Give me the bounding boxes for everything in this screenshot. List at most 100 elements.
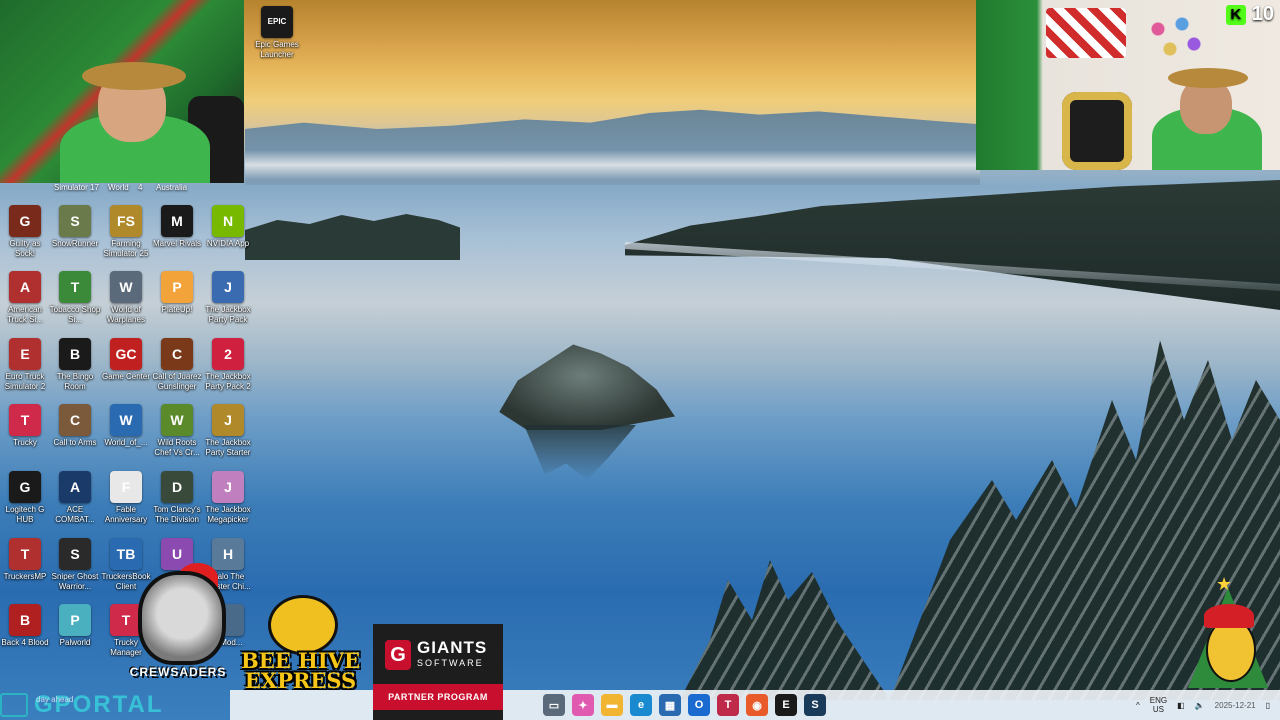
outlook-icon[interactable]: O	[688, 694, 710, 716]
app-icon: B	[9, 604, 41, 636]
webcam-overlay-left	[0, 0, 244, 183]
desktop-icon[interactable]: N NVIDIA App	[203, 205, 253, 249]
desktop-icon[interactable]: W Wild Roots Chef Vs Cr...	[152, 404, 202, 458]
steam-icon[interactable]: S	[804, 694, 826, 716]
volume-icon[interactable]: 🔈	[1195, 701, 1205, 710]
desktop-icon[interactable]: S Sniper Ghost Warrior...	[50, 538, 100, 592]
clock[interactable]: 2025-12-21	[1215, 701, 1256, 710]
wall-flags	[1046, 8, 1126, 58]
partial-label: 4	[138, 183, 143, 192]
app-icon: E	[9, 338, 41, 370]
desktop-icon[interactable]: G Logitech G HUB	[0, 471, 50, 525]
app-icon: A	[9, 271, 41, 303]
partial-label: World	[108, 183, 129, 192]
desktop-icon[interactable]: J The Jackbox Party Starter	[203, 404, 253, 458]
desktop-icon[interactable]: M Marvel Rivals	[152, 205, 202, 249]
store-icon[interactable]: ▦	[659, 694, 681, 716]
desktop-icon[interactable]: A American Truck Si...	[0, 271, 50, 325]
desktop-icon-label: NVIDIA App	[206, 239, 250, 248]
desktop-icon[interactable]: C Call of Juarez Gunslinger	[152, 338, 202, 392]
task-view-icon[interactable]: ▭	[543, 694, 565, 716]
giants-mark-icon: G	[385, 640, 411, 670]
desktop-icon[interactable]: B Back 4 Blood	[0, 604, 50, 648]
knight-helmet-icon	[138, 571, 226, 665]
desktop-icon-epic-games[interactable]: EPIC Epic Games Launcher	[252, 6, 302, 60]
epic-games-icon: EPIC	[261, 6, 293, 38]
desktop-icon[interactable]: T Tobacco Shop Si...	[50, 271, 100, 325]
desktop-icon[interactable]: C Call to Arms	[50, 404, 100, 448]
giants-name: GIANTS	[417, 638, 488, 657]
viewer-count: 10	[1251, 3, 1274, 25]
desktop-icon[interactable]: 2 The Jackbox Party Pack 2	[203, 338, 253, 392]
app-icon: T	[59, 271, 91, 303]
desktop-icon-label: Back 4 Blood	[1, 638, 49, 647]
wallpaper-mist	[245, 150, 980, 180]
taskbar-app-list: ▭ ✦ ▬ e ▦ O T ◉ E S	[543, 694, 826, 716]
partial-label: Simulator 17	[54, 183, 99, 192]
desktop-icon-label: Call to Arms	[53, 438, 97, 447]
desktop-icon[interactable]: G Guilty as Sock!	[0, 205, 50, 259]
desktop-icon[interactable]: P Palworld	[50, 604, 100, 648]
gportal-icon	[0, 693, 28, 717]
desktop-icon[interactable]: P PlateUp!	[152, 271, 202, 315]
app-icon: D	[161, 471, 193, 503]
viewer-count-badge: K 10	[1225, 3, 1274, 26]
desktop-icon-label: Epic Games Launcher	[255, 40, 299, 59]
desktop-icon[interactable]: W World_of_...	[101, 404, 151, 448]
desktop-icon[interactable]: S SnowRunner	[50, 205, 100, 249]
desktop-icon-label: SnowRunner	[51, 239, 99, 248]
app-icon: J	[212, 404, 244, 436]
wallpaper-island-reflection	[524, 425, 636, 480]
edge-icon[interactable]: e	[630, 694, 652, 716]
desktop-icon[interactable]: W World of Warplanes	[101, 271, 151, 325]
desktop-icon[interactable]: E Euro Truck Simulator 2	[0, 338, 50, 392]
app-icon: FS	[110, 205, 142, 237]
app-icon: M	[161, 205, 193, 237]
desktop-icon[interactable]: T Trucky	[0, 404, 50, 448]
desktop-icon[interactable]: B The Bingo Room	[50, 338, 100, 392]
gportal-logo: GPORTAL	[0, 690, 164, 720]
giants-sub: SOFTWARE	[417, 658, 484, 668]
star-icon: ★	[1216, 574, 1233, 594]
desktop-icon-label: The Jackbox Party Pack	[205, 305, 251, 324]
desktop-icon[interactable]: D Tom Clancy's The Division	[152, 471, 202, 525]
epic-games-icon[interactable]: E	[775, 694, 797, 716]
app-icon: P	[161, 271, 193, 303]
desktop-icon-label: World_of_...	[104, 438, 148, 447]
beehive-text: BEE HIVE EXPRESS	[240, 648, 361, 693]
gaming-chair	[1062, 92, 1132, 170]
network-icon[interactable]: ◧	[1177, 701, 1185, 710]
bee-icon	[268, 595, 338, 655]
desktop-icon-label: Tobacco Shop Si...	[49, 305, 101, 324]
desktop-icon[interactable]: F Fable Anniversary	[101, 471, 151, 525]
notification-icon[interactable]: ▯	[1266, 701, 1270, 710]
language-indicator[interactable]: ENG US	[1150, 696, 1167, 714]
desktop-icon[interactable]: A ACE COMBAT...	[50, 471, 100, 525]
giants-software-logo: G GIANTS SOFTWARE PARTNER PROGRAM	[373, 624, 503, 720]
app-icon: 2	[212, 338, 244, 370]
app-icon: W	[110, 404, 142, 436]
desktop-icon-label: The Bingo Room	[56, 372, 94, 391]
streamer-hat	[1168, 68, 1248, 88]
partner-program-bar: PARTNER PROGRAM	[373, 684, 503, 710]
file-explorer-icon[interactable]: ▬	[601, 694, 623, 716]
trucky-icon[interactable]: T	[717, 694, 739, 716]
desktop-icon-label: Farming Simulator 25	[103, 239, 149, 258]
app-icon: W	[110, 271, 142, 303]
desktop-icon[interactable]: FS Farming Simulator 25	[101, 205, 151, 259]
desktop-icon[interactable]: J The Jackbox Megapicker	[203, 471, 253, 525]
app-icon: N	[212, 205, 244, 237]
browser-icon[interactable]: ◉	[746, 694, 768, 716]
desktop-icon-label: Wild Roots Chef Vs Cr...	[154, 438, 200, 457]
webcam-overlay-right: K 10	[976, 0, 1280, 170]
desktop-icon[interactable]: T TruckersMP	[0, 538, 50, 582]
desktop-icon[interactable]: J The Jackbox Party Pack	[203, 271, 253, 325]
app-icon: S	[59, 538, 91, 570]
desktop-icon[interactable]: GC Game Center	[101, 338, 151, 382]
app-icon: F	[110, 471, 142, 503]
kick-icon: K	[1225, 4, 1246, 25]
desktop-icon-label: Fable Anniversary	[104, 505, 148, 524]
search-hint: day ahead	[36, 695, 74, 704]
tray-chevron-icon[interactable]: ^	[1136, 701, 1140, 710]
copilot-icon[interactable]: ✦	[572, 694, 594, 716]
